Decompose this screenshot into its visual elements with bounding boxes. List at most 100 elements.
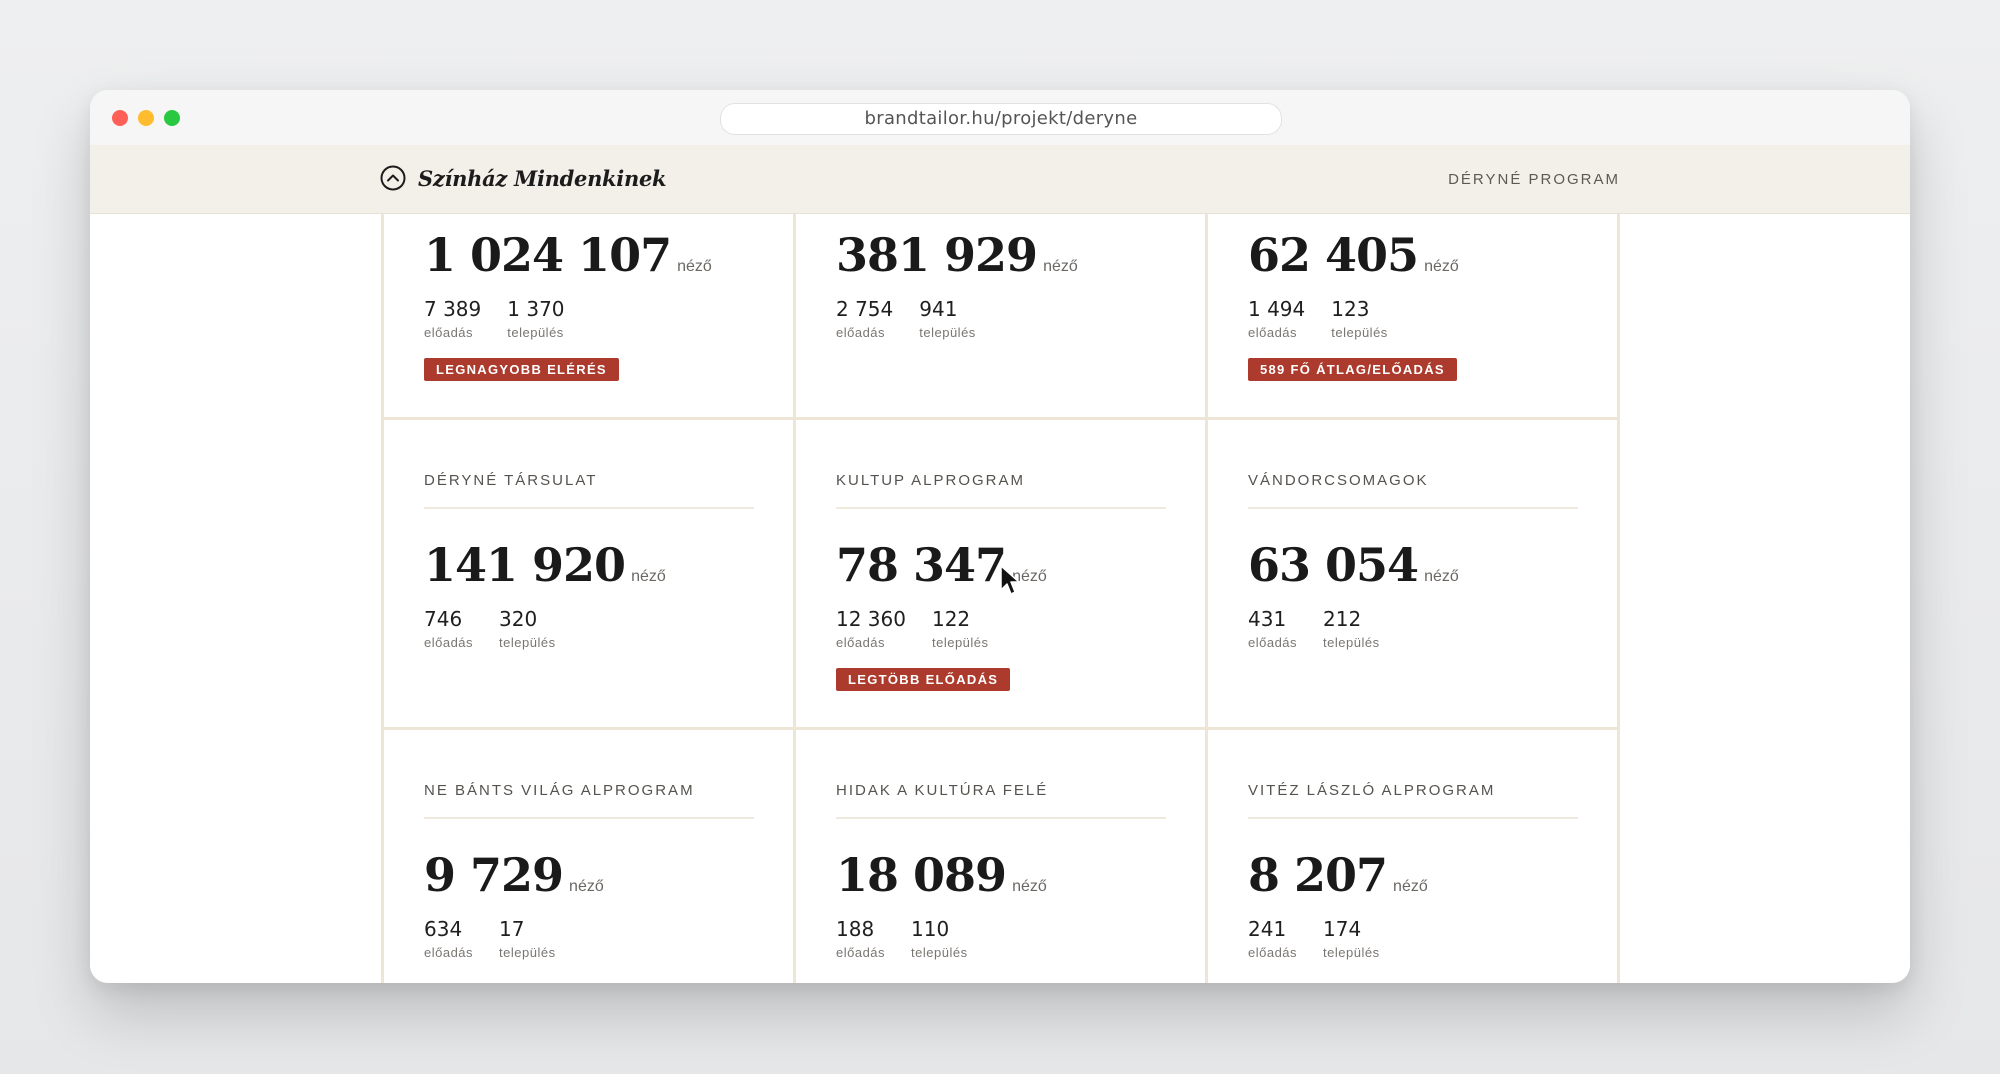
card-stats: 12 360 előadás 122 település [836, 607, 1015, 650]
program-stat-card: HIDAK A KULTÚRA FELÉ 18 089 néző 188 előadás… [796, 730, 1208, 983]
program-stat-card: DÉRYNÉ TÁRSULAT 141 920 néző 746 előadás 320 t… [384, 420, 796, 730]
card-stats: 746 előadás 320 település [424, 607, 582, 650]
card-title: NE BÁNTS VILÁG ALPROGRAM [424, 782, 695, 799]
stats-content: 1 024 107 néző 7 389 előadás 1 370 település L… [90, 214, 1910, 983]
brand-name: Színház Mindenkinek [418, 165, 667, 191]
performances-stat: 241 előadás [1248, 917, 1297, 960]
program-stat-card: VÁNDORCSOMAGOK 63 054 néző 431 előadás 212 tel… [1208, 420, 1620, 730]
card-divider [424, 817, 754, 819]
settlements-stat-value: 110 [911, 917, 950, 941]
settlements-stat-label: település [1331, 325, 1388, 340]
highlight-badge: 589 FŐ ÁTLAG/ELŐADÁS [1248, 358, 1457, 381]
site-header: Színház Mindenkinek DÉRYNÉ PROGRAM [90, 145, 1910, 214]
viewer-count: 63 054 néző [1248, 538, 1459, 592]
settlements-stat: 174 település [1323, 917, 1380, 960]
settlements-stat-value: 1 370 [507, 297, 565, 321]
performances-stat-label: előadás [424, 325, 474, 340]
settlements-stat: 212 település [1323, 607, 1380, 650]
performances-stat: 634 előadás [424, 917, 473, 960]
card-stats: 431 előadás 212 település [1248, 607, 1406, 650]
performances-stat: 7 389 előadás [424, 297, 481, 340]
performances-stat-label: előadás [836, 635, 886, 650]
settlements-stat-label: település [931, 635, 989, 650]
performances-stat-value: 431 [1248, 607, 1287, 631]
maximize-window-button[interactable] [164, 110, 180, 126]
browser-titlebar: brandtailor.hu/projekt/deryne [90, 90, 1910, 146]
settlements-stat: 1 370 település [507, 297, 564, 340]
settlements-stat-label: település [919, 325, 976, 340]
settlements-stat-label: település [911, 945, 968, 960]
performances-stat-label: előadás [836, 945, 886, 960]
performances-stat: 2 754 előadás [836, 297, 893, 340]
viewer-count-unit: néző [1424, 258, 1459, 275]
card-stats: 7 389 előadás 1 370 település [424, 297, 591, 340]
performances-stat-value: 241 [1248, 917, 1287, 941]
settlements-stat: 123 település [1331, 297, 1388, 340]
viewer-count-unit: néző [677, 258, 712, 275]
performances-stat-label: előadás [1248, 635, 1298, 650]
brand-logo-link[interactable]: Színház Mindenkinek [380, 165, 667, 191]
viewer-count-value: 381 929 [836, 228, 1038, 282]
browser-window: brandtailor.hu/projekt/deryne Színház Mi… [90, 90, 1910, 983]
performances-stat-value: 12 360 [836, 607, 906, 631]
settlements-stat-label: település [499, 635, 556, 650]
card-stats: 2 754 előadás 941 település [836, 297, 1002, 340]
performances-stat-value: 746 [424, 607, 463, 631]
viewer-count: 9 729 néző [424, 848, 604, 902]
performances-stat-value: 188 [836, 917, 875, 941]
viewer-count-unit: néző [569, 878, 604, 895]
card-divider [424, 507, 754, 509]
card-title: HIDAK A KULTÚRA FELÉ [836, 782, 1049, 799]
viewer-count-value: 9 729 [424, 848, 564, 902]
program-stats-grid: 1 024 107 néző 7 389 előadás 1 370 település L… [381, 214, 1622, 983]
viewer-count-unit: néző [1012, 878, 1047, 895]
viewer-count-unit: néző [1424, 568, 1459, 585]
close-window-button[interactable] [112, 110, 128, 126]
performances-stat: 188 előadás [836, 917, 885, 960]
card-stats: 188 előadás 110 település [836, 917, 994, 960]
settlements-stat-value: 212 [1323, 607, 1362, 631]
card-divider [836, 817, 1166, 819]
performances-stat-label: előadás [1248, 945, 1298, 960]
performances-stat-label: előadás [1248, 325, 1298, 340]
settlements-stat-label: település [507, 325, 564, 340]
performances-stat-label: előadás [424, 945, 474, 960]
viewer-count-value: 63 054 [1248, 538, 1419, 592]
settlements-stat: 122 település [932, 607, 989, 650]
card-divider [1248, 507, 1578, 509]
settlements-stat: 110 település [911, 917, 968, 960]
settlements-stat: 941 település [919, 297, 976, 340]
settlements-stat-value: 122 [931, 607, 971, 631]
performances-stat: 12 360 előadás [836, 607, 906, 650]
settlements-stat-value: 174 [1323, 917, 1362, 941]
viewer-count-value: 141 920 [424, 538, 626, 592]
settlements-stat-value: 17 [499, 917, 525, 941]
performances-stat-value: 2 754 [836, 297, 894, 321]
viewer-count: 381 929 néző [836, 228, 1078, 282]
settlements-stat-value: 320 [499, 607, 538, 631]
viewer-count-value: 18 089 [836, 848, 1007, 902]
card-divider [1248, 817, 1578, 819]
settlements-stat-label: település [499, 945, 556, 960]
card-stats: 241 előadás 174 település [1248, 917, 1406, 960]
performances-stat-value: 7 389 [424, 297, 482, 321]
settlements-stat-label: település [1323, 635, 1380, 650]
program-stat-card: 381 929 néző 2 754 előadás 941 település [796, 214, 1208, 420]
settlements-stat-value: 941 [919, 297, 958, 321]
settlements-stat: 17 település [499, 917, 556, 960]
viewer-count-value: 78 347 [836, 538, 1007, 592]
program-stat-card: 62 405 néző 1 494 előadás 123 település 589 FŐ… [1208, 214, 1620, 420]
performances-stat: 746 előadás [424, 607, 473, 650]
performances-stat: 1 494 előadás [1248, 297, 1305, 340]
card-title: VÁNDORCSOMAGOK [1248, 472, 1429, 489]
highlight-badge: LEGNAGYOBB ELÉRÉS [424, 358, 619, 381]
minimize-window-button[interactable] [138, 110, 154, 126]
viewer-count-value: 62 405 [1248, 228, 1419, 282]
performances-stat: 431 előadás [1248, 607, 1297, 650]
nav-link-deryne-program[interactable]: DÉRYNÉ PROGRAM [1448, 171, 1620, 188]
address-bar[interactable]: brandtailor.hu/projekt/deryne [720, 103, 1282, 135]
viewer-count-value: 8 207 [1248, 848, 1388, 902]
card-title: VITÉZ LÁSZLÓ ALPROGRAM [1248, 782, 1496, 799]
viewer-count: 18 089 néző [836, 848, 1047, 902]
viewer-count: 8 207 néző [1248, 848, 1428, 902]
